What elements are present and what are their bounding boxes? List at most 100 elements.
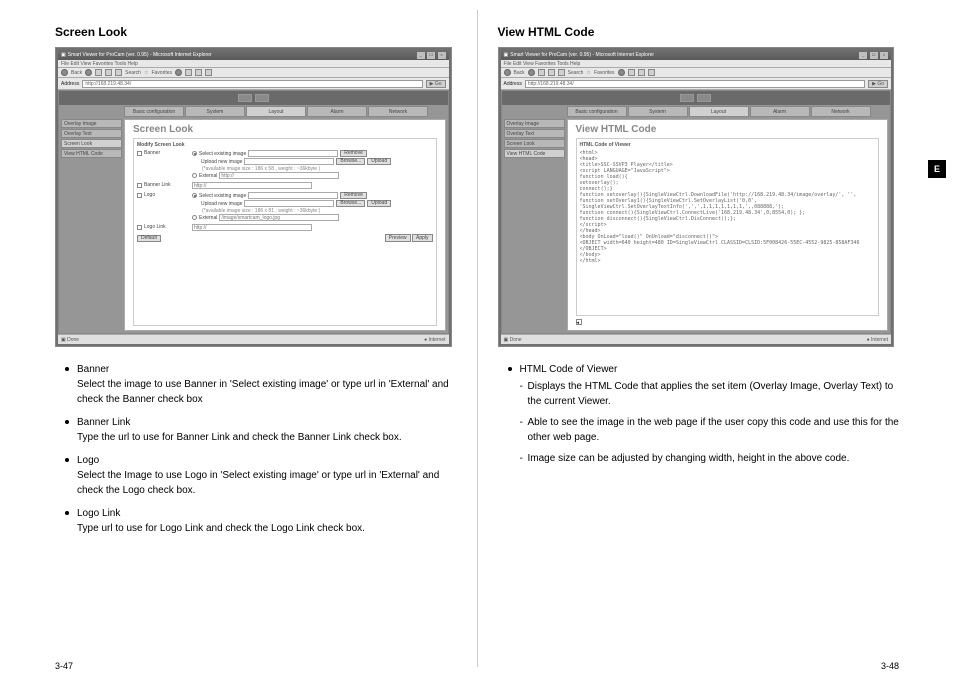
banner-select-input[interactable] [248, 150, 338, 157]
go-button[interactable]: ▶ Go [426, 80, 446, 88]
address-input[interactable] [82, 80, 422, 88]
html-code-textarea[interactable]: <html> <head> <title>SSC-SSVP3 Player</t… [580, 150, 876, 264]
address-label: Address [504, 81, 522, 87]
forward-icon[interactable] [528, 69, 535, 76]
banner-radio-external[interactable] [192, 173, 197, 178]
banner-link-checkbox[interactable] [137, 183, 142, 188]
refresh-icon[interactable] [105, 69, 112, 76]
tab-system[interactable]: System [628, 106, 688, 117]
window-buttons[interactable]: _ ☐ × [416, 52, 446, 59]
apply-button[interactable]: Apply [412, 234, 433, 242]
tab-layout[interactable]: Layout [246, 106, 306, 117]
viewer-icon[interactable] [680, 94, 694, 102]
tab-alarm[interactable]: Alarm [750, 106, 810, 117]
logo-external-input[interactable]: /image/smartcam_logo.jpg [219, 214, 339, 221]
sidebar-item-screen-look[interactable]: Screen Look [61, 139, 122, 148]
address-input[interactable] [525, 80, 865, 88]
tab-system[interactable]: System [185, 106, 245, 117]
logo-checkbox[interactable] [137, 193, 142, 198]
minimize-icon[interactable]: _ [859, 52, 867, 59]
sidebar-item-overlay-image[interactable]: Overlay Image [61, 119, 122, 128]
sidebar-item-view-html[interactable]: View HTML Code [504, 149, 565, 158]
print-icon[interactable] [648, 69, 655, 76]
mail-icon[interactable] [638, 69, 645, 76]
banner-radio-select[interactable] [192, 151, 197, 156]
browser-toolbar[interactable]: Back Search ☆ Favorites [58, 68, 449, 78]
logo-browse-button[interactable]: Browse... [336, 200, 365, 207]
refresh-icon[interactable] [548, 69, 555, 76]
banner-link-input[interactable]: http:// [192, 182, 312, 189]
banner-external-input[interactable]: http:// [219, 172, 339, 179]
logo-link-input[interactable]: http:// [192, 224, 312, 231]
banner-remove-button[interactable]: Remove [340, 150, 367, 157]
forward-icon[interactable] [85, 69, 92, 76]
config-icon[interactable] [697, 94, 711, 102]
tab-basic[interactable]: Basic configuration [567, 106, 627, 117]
back-label[interactable]: Back [71, 70, 82, 76]
preview-button[interactable]: Preview [385, 234, 411, 242]
scroll-left-icon[interactable]: ◂ [576, 319, 582, 325]
history-icon[interactable] [185, 69, 192, 76]
logo-radio-select[interactable] [192, 193, 197, 198]
close-icon[interactable]: × [880, 52, 888, 59]
home-icon[interactable] [558, 69, 565, 76]
minimize-icon[interactable]: _ [417, 52, 425, 59]
tab-basic[interactable]: Basic configuration [124, 106, 184, 117]
sidebar-item-view-html[interactable]: View HTML Code [61, 149, 122, 158]
titlebar-text: Smart Viewer for ProCam (ver. 0.95) - Mi… [68, 52, 212, 58]
logo-upload-input[interactable] [244, 200, 334, 207]
go-button[interactable]: ▶ Go [868, 80, 888, 88]
favorites-label[interactable]: Favorites [151, 70, 172, 76]
logo-upload-button[interactable]: Upload [367, 200, 391, 207]
address-label: Address [61, 81, 79, 87]
logo-select-input[interactable] [248, 192, 338, 199]
page-number-right: 3-48 [881, 661, 899, 671]
browser-toolbar[interactable]: Back Search ☆ Favorites [501, 68, 892, 78]
mail-icon[interactable] [195, 69, 202, 76]
search-label[interactable]: Search [568, 70, 584, 76]
sidebar-item-screen-look[interactable]: Screen Look [504, 139, 565, 148]
back-icon[interactable] [504, 69, 511, 76]
sidebar-item-overlay-text[interactable]: Overlay Text [504, 129, 565, 138]
logo-radio-external[interactable] [192, 215, 197, 220]
titlebar-text: Smart Viewer for ProCam (ver. 0.95) - Mi… [510, 52, 654, 58]
banner-upload-input[interactable] [244, 158, 334, 165]
list-item: LogoSelect the Image to use Logo in 'Sel… [65, 453, 457, 498]
screenshot-screen-look: ▣ Smart Viewer for ProCam (ver. 0.95) - … [55, 47, 452, 347]
sidebar-item-overlay-text[interactable]: Overlay Text [61, 129, 122, 138]
status-zone: ● Internet [867, 337, 888, 343]
stop-icon[interactable] [538, 69, 545, 76]
menu-bar[interactable]: File Edit View Favorites Tools Help [501, 60, 892, 68]
home-icon[interactable] [115, 69, 122, 76]
print-icon[interactable] [205, 69, 212, 76]
list-item: BannerSelect the image to use Banner in … [65, 362, 457, 407]
banner-checkbox[interactable] [137, 151, 142, 156]
media-icon[interactable] [618, 69, 625, 76]
default-button[interactable]: Default [137, 235, 161, 242]
maximize-icon[interactable]: ☐ [427, 52, 435, 59]
viewer-icon[interactable] [238, 94, 252, 102]
maximize-icon[interactable]: ☐ [870, 52, 878, 59]
menu-bar[interactable]: File Edit View Favorites Tools Help [58, 60, 449, 68]
tab-network[interactable]: Network [368, 106, 428, 117]
back-icon[interactable] [61, 69, 68, 76]
history-icon[interactable] [628, 69, 635, 76]
panel-header: HTML Code of Viewer [580, 142, 876, 148]
stop-icon[interactable] [95, 69, 102, 76]
window-buttons[interactable]: _ ☐ × [858, 52, 888, 59]
close-icon[interactable]: × [438, 52, 446, 59]
banner-upload-button[interactable]: Upload [367, 158, 391, 165]
tab-alarm[interactable]: Alarm [307, 106, 367, 117]
left-bullets: BannerSelect the image to use Banner in … [55, 362, 457, 544]
media-icon[interactable] [175, 69, 182, 76]
back-label[interactable]: Back [514, 70, 525, 76]
tab-network[interactable]: Network [811, 106, 871, 117]
sidebar-item-overlay-image[interactable]: Overlay Image [504, 119, 565, 128]
tab-layout[interactable]: Layout [689, 106, 749, 117]
logo-link-checkbox[interactable] [137, 225, 142, 230]
logo-remove-button[interactable]: Remove [340, 192, 367, 199]
config-icon[interactable] [255, 94, 269, 102]
search-label[interactable]: Search [125, 70, 141, 76]
banner-browse-button[interactable]: Browse... [336, 158, 365, 165]
favorites-label[interactable]: Favorites [594, 70, 615, 76]
